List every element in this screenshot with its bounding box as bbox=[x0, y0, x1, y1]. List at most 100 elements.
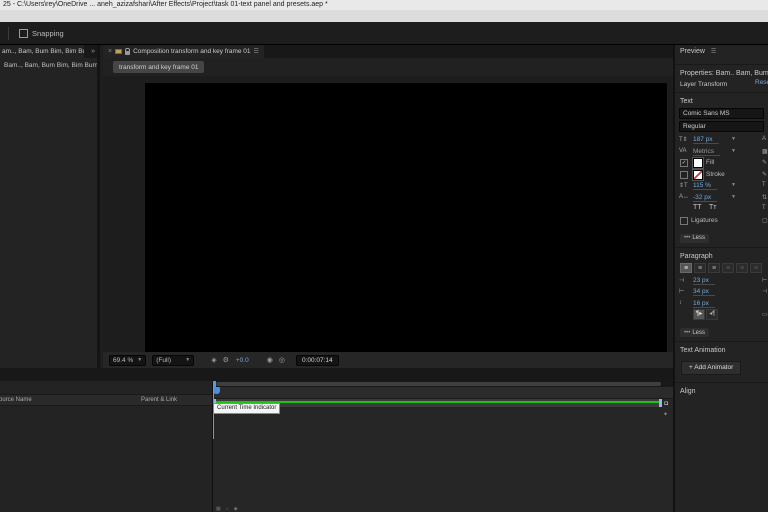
fill-color-swatch[interactable] bbox=[692, 157, 704, 169]
composition-viewer[interactable] bbox=[103, 76, 673, 352]
composition-icon bbox=[115, 49, 123, 54]
all-caps-button[interactable]: TT bbox=[693, 204, 702, 211]
indent-left-row: ⊣ 23 px ⊢ bbox=[675, 275, 768, 287]
composition-canvas[interactable] bbox=[145, 83, 667, 352]
stroke-row: Stroke ✎ bbox=[675, 168, 768, 181]
small-caps-button[interactable]: Tᴛ bbox=[709, 204, 716, 211]
clipped-checkbox[interactable]: ▢ bbox=[762, 217, 768, 224]
chevron-down-icon: ▼ bbox=[185, 357, 191, 363]
ltr-direction-button[interactable]: ¶▸ bbox=[693, 309, 706, 320]
zoom-level-dropdown[interactable]: 69.4 % ▼ bbox=[109, 354, 147, 366]
comp-marker-button[interactable]: ◘ bbox=[664, 401, 668, 407]
font-family-dropdown[interactable]: Comic Sans MS bbox=[679, 108, 764, 119]
ligatures-checkbox[interactable] bbox=[680, 216, 688, 225]
kerning-value[interactable]: Metrics bbox=[693, 148, 720, 156]
chevron-down-icon[interactable]: ▼ bbox=[731, 136, 736, 142]
properties-header: Properties: Bam.. Bam, Bum Bim, bbox=[680, 70, 768, 77]
transform-reset-button[interactable]: Reset bbox=[755, 79, 768, 86]
effect-controls-tab[interactable]: am.., Bam, Bum Bim, Bim Bum. bbox=[0, 45, 84, 58]
font-size-value[interactable]: 187 px bbox=[693, 136, 719, 144]
timeline-bottom-toggles[interactable]: ▦⌂◆ bbox=[216, 506, 243, 512]
channels-icon[interactable]: ◈ bbox=[211, 356, 216, 364]
time-ruler[interactable] bbox=[213, 387, 673, 399]
effect-controls-panel: am.., Bam, Bum Bim, Bim Bum. » Bam.., Ba… bbox=[0, 45, 100, 368]
stroke-label: Stroke bbox=[706, 170, 725, 178]
playback-controls bbox=[675, 57, 768, 62]
timeline-toolbar bbox=[0, 381, 212, 394]
text-direction-group: ¶▸ ◂¶ bbox=[693, 309, 719, 320]
source-name-column-label[interactable]: Source Name bbox=[0, 397, 32, 403]
clipped-icon: ⊢ bbox=[762, 277, 768, 284]
dots-icon: ••• bbox=[684, 329, 691, 336]
chevron-down-icon[interactable]: ▼ bbox=[731, 148, 736, 154]
panel-menu-icon[interactable]: ☰ bbox=[711, 48, 716, 55]
snapshot-icon[interactable]: ◉ bbox=[267, 356, 273, 364]
text-animation-header: Text Animation bbox=[680, 347, 726, 354]
paragraph-align-group: ≡ ≡ ≡ ≡ ≡ ≡ bbox=[675, 262, 768, 275]
indent-right-row: ⊢ 34 px ⊣ bbox=[675, 286, 768, 298]
timeline-tabbar bbox=[0, 368, 673, 381]
snapping-checkbox[interactable] bbox=[19, 28, 28, 38]
paragraph-less-button[interactable]: ••• Less bbox=[680, 328, 709, 337]
font-style-dropdown[interactable]: Regular bbox=[679, 121, 764, 132]
current-time-field[interactable]: 0:00:07:14 bbox=[295, 354, 339, 366]
add-animator-button[interactable]: + Add Animator bbox=[681, 360, 742, 375]
clipped-icon: ▭ bbox=[762, 312, 768, 318]
work-area-end-handle[interactable] bbox=[659, 399, 662, 407]
justify-right-button[interactable]: ≡ bbox=[750, 262, 762, 273]
justify-left-button[interactable]: ≡ bbox=[722, 262, 734, 273]
properties-panel: Preview ☰ Properties: Bam.. Bam, Bum Bim… bbox=[673, 45, 768, 512]
indent-left-value[interactable]: 23 px bbox=[693, 277, 715, 285]
close-icon[interactable]: × bbox=[108, 48, 112, 55]
exposure-value[interactable]: +0.0 bbox=[236, 357, 249, 364]
eyedropper-icon[interactable]: ✎ bbox=[762, 159, 767, 166]
divider bbox=[675, 64, 768, 65]
effect-controls-tabbar: am.., Bam, Bum Bim, Bim Bum. » bbox=[0, 45, 97, 58]
layer-transform-header: Layer Transform Reset bbox=[675, 79, 768, 90]
playhead-handle[interactable] bbox=[213, 387, 220, 394]
tracking-row: A↔ -32 px ▼ ⇅ bbox=[675, 192, 768, 204]
panel-menu-icon[interactable]: ☰ bbox=[254, 48, 259, 55]
align-right-button[interactable]: ≡ bbox=[708, 262, 720, 273]
stroke-color-swatch[interactable] bbox=[692, 168, 704, 181]
space-before-row: ↕ 16 px bbox=[675, 298, 768, 310]
space-before-value[interactable]: 16 px bbox=[693, 300, 715, 308]
resolution-value: (Full) bbox=[156, 356, 172, 364]
fill-row: ✓ Fill ✎ bbox=[675, 157, 768, 169]
align-center-button[interactable]: ≡ bbox=[694, 262, 706, 273]
kerning-row: VA Metrics ▼ ▩ bbox=[675, 146, 768, 158]
window-title: 25 - C:\Users\rey\OneDrive ... aneh_aziz… bbox=[0, 0, 768, 10]
chevron-down-icon[interactable]: ▼ bbox=[731, 194, 736, 200]
indent-right-value[interactable]: 34 px bbox=[693, 288, 715, 296]
comp-breadcrumb-button[interactable]: transform and key frame 01 bbox=[113, 61, 205, 73]
rtl-direction-button[interactable]: ◂¶ bbox=[706, 309, 719, 320]
fast-previews-icon[interactable]: ⚙ bbox=[223, 356, 229, 364]
resolution-dropdown[interactable]: (Full) ▼ bbox=[152, 354, 195, 366]
stroke-checkbox[interactable] bbox=[680, 170, 688, 179]
fill-checkbox[interactable]: ✓ bbox=[680, 159, 688, 167]
show-snapshot-icon[interactable]: ◎ bbox=[279, 356, 285, 364]
font-size-icon: T⇕ bbox=[679, 137, 688, 143]
scrollbar-thumb[interactable] bbox=[216, 382, 661, 386]
tool-bar: Snapping bbox=[0, 22, 768, 45]
line-spacing-value[interactable]: 115 % bbox=[693, 182, 717, 190]
text-less-button[interactable]: ••• Less bbox=[680, 233, 709, 243]
clipped-icon: A bbox=[762, 136, 767, 142]
timeline-track-area: Current Time Indicator ◘ ✦ bbox=[213, 381, 673, 512]
after-effects-window: 25 - C:\Users\rey\OneDrive ... aneh_aziz… bbox=[0, 0, 768, 512]
parent-link-column-label[interactable]: Parent & Link bbox=[141, 397, 177, 403]
chevron-down-icon[interactable]: ▼ bbox=[731, 182, 736, 188]
eyedropper-icon[interactable]: ✎ bbox=[762, 171, 767, 178]
chevron-down-icon: ▼ bbox=[137, 357, 143, 363]
preview-header: Preview ☰ bbox=[675, 45, 768, 57]
justify-center-button[interactable]: ≡ bbox=[736, 262, 748, 273]
tab-overflow-icon[interactable]: » bbox=[91, 48, 97, 55]
clipped-icon: ⇅ bbox=[762, 194, 768, 201]
lock-icon[interactable] bbox=[125, 47, 131, 55]
comp-button-icon[interactable]: ✦ bbox=[663, 411, 668, 418]
align-left-button[interactable]: ≡ bbox=[680, 262, 692, 273]
timeline-column-header: Source Name Parent & Link bbox=[0, 394, 212, 406]
tracking-value[interactable]: -32 px bbox=[693, 194, 718, 202]
composition-tab[interactable]: × Composition transform and key frame 01… bbox=[103, 45, 264, 58]
text-section-header: Text bbox=[680, 98, 693, 105]
